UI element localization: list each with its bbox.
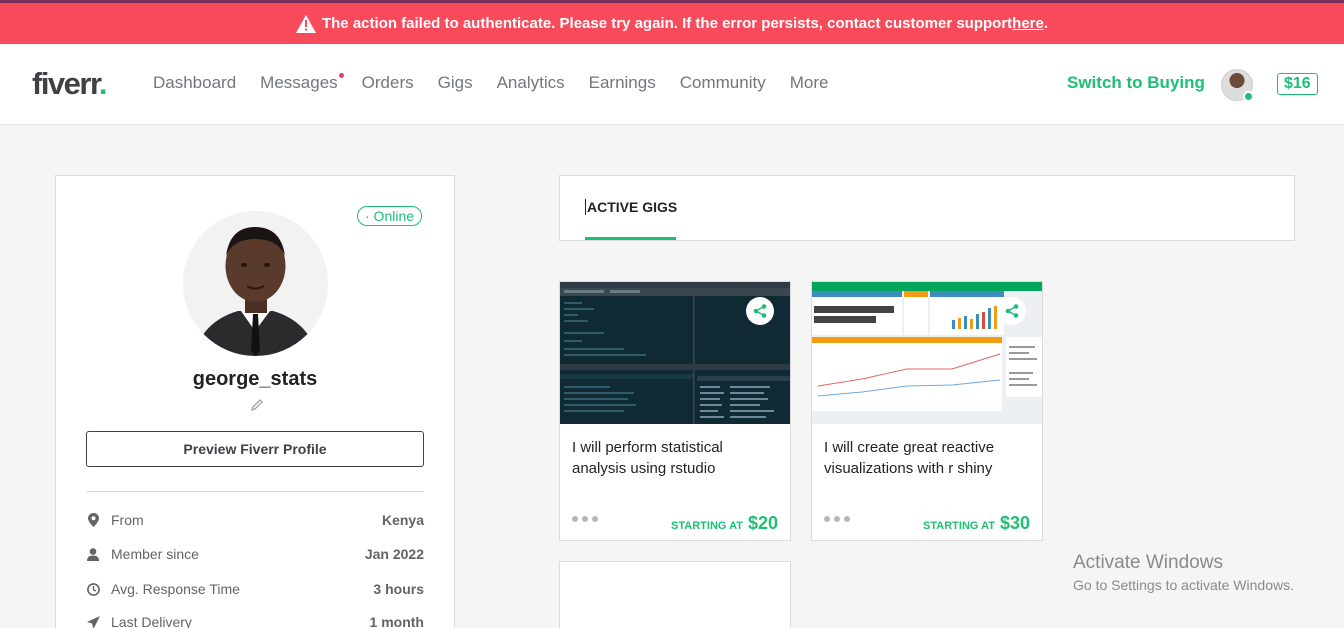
warning-icon [295, 14, 316, 33]
gig-thumbnail-shiny[interactable] [812, 282, 1042, 424]
tab-active-gigs[interactable]: ACTIVE GIGS [585, 199, 677, 215]
balance-badge[interactable]: $16 [1277, 73, 1318, 95]
fiverr-logo[interactable]: fiverr. [32, 66, 107, 102]
location-pin-icon [86, 513, 100, 527]
stat-from: From Kenya [86, 512, 424, 528]
gig-price: STARTING AT $20 [671, 513, 778, 533]
nav-messages[interactable]: Messages [260, 73, 344, 93]
nav-gigs[interactable]: Gigs [438, 73, 473, 93]
support-link[interactable]: here [1012, 15, 1044, 32]
user-avatar[interactable] [1221, 69, 1254, 102]
top-navbar: fiverr. Dashboard Messages Orders Gigs A… [0, 44, 1344, 125]
stat-member-since: Member since Jan 2022 [86, 546, 424, 562]
active-tab-indicator [585, 237, 676, 240]
nav-earnings[interactable]: Earnings [589, 73, 656, 93]
edit-pencil-icon[interactable] [250, 398, 264, 412]
gig-thumbnail-rstudio[interactable] [560, 282, 790, 424]
nav-more[interactable]: More [790, 73, 829, 93]
gig-title[interactable]: I will create great reactive visualizati… [824, 437, 1029, 479]
profile-photo[interactable] [183, 211, 328, 356]
share-button[interactable] [746, 297, 774, 325]
banner-period: . [1043, 15, 1049, 32]
auth-error-banner: The action failed to authenticate. Pleas… [0, 0, 1344, 44]
stat-response-time: Avg. Response Time 3 hours [86, 581, 424, 597]
activate-windows-subtitle: Go to Settings to activate Windows. [1073, 577, 1294, 593]
main-nav: Dashboard Messages Orders Gigs Analytics… [153, 73, 852, 93]
nav-orders[interactable]: Orders [362, 73, 414, 93]
activate-windows-title: Activate Windows [1073, 552, 1223, 573]
online-status-badge[interactable]: · Online [357, 206, 423, 226]
unread-dot [338, 73, 344, 78]
gigs-tabs: ACTIVE GIGS [559, 175, 1295, 241]
stat-last-delivery: Last Delivery 1 month [86, 614, 424, 628]
gig-price: STARTING AT $30 [923, 513, 1030, 533]
paper-plane-icon [86, 615, 100, 628]
clock-icon [86, 582, 100, 596]
online-indicator [1243, 91, 1254, 102]
nav-analytics[interactable]: Analytics [497, 73, 565, 93]
preview-profile-button[interactable]: Preview Fiverr Profile [86, 431, 424, 467]
gig-options-menu[interactable] [824, 516, 850, 522]
gig-options-menu[interactable] [572, 516, 598, 522]
profile-card: · Online george_stats Preview Fiverr Pro… [55, 175, 455, 628]
divider [86, 491, 424, 492]
share-icon [753, 304, 767, 318]
share-button[interactable] [998, 297, 1026, 325]
share-icon [1005, 304, 1019, 318]
banner-message: The action failed to authenticate. Pleas… [321, 15, 1013, 32]
nav-dashboard[interactable]: Dashboard [153, 73, 236, 93]
username: george_stats [192, 368, 318, 390]
nav-community[interactable]: Community [680, 73, 766, 93]
gig-card-shiny-visualizations[interactable]: I will create great reactive visualizati… [811, 281, 1043, 541]
gig-title[interactable]: I will perform statistical analysis usin… [572, 437, 777, 479]
gig-card-placeholder[interactable] [559, 561, 791, 628]
gig-card-statistical-analysis[interactable]: I will perform statistical analysis usin… [559, 281, 791, 541]
user-icon [86, 547, 100, 561]
switch-to-buying-link[interactable]: Switch to Buying [1067, 73, 1205, 93]
